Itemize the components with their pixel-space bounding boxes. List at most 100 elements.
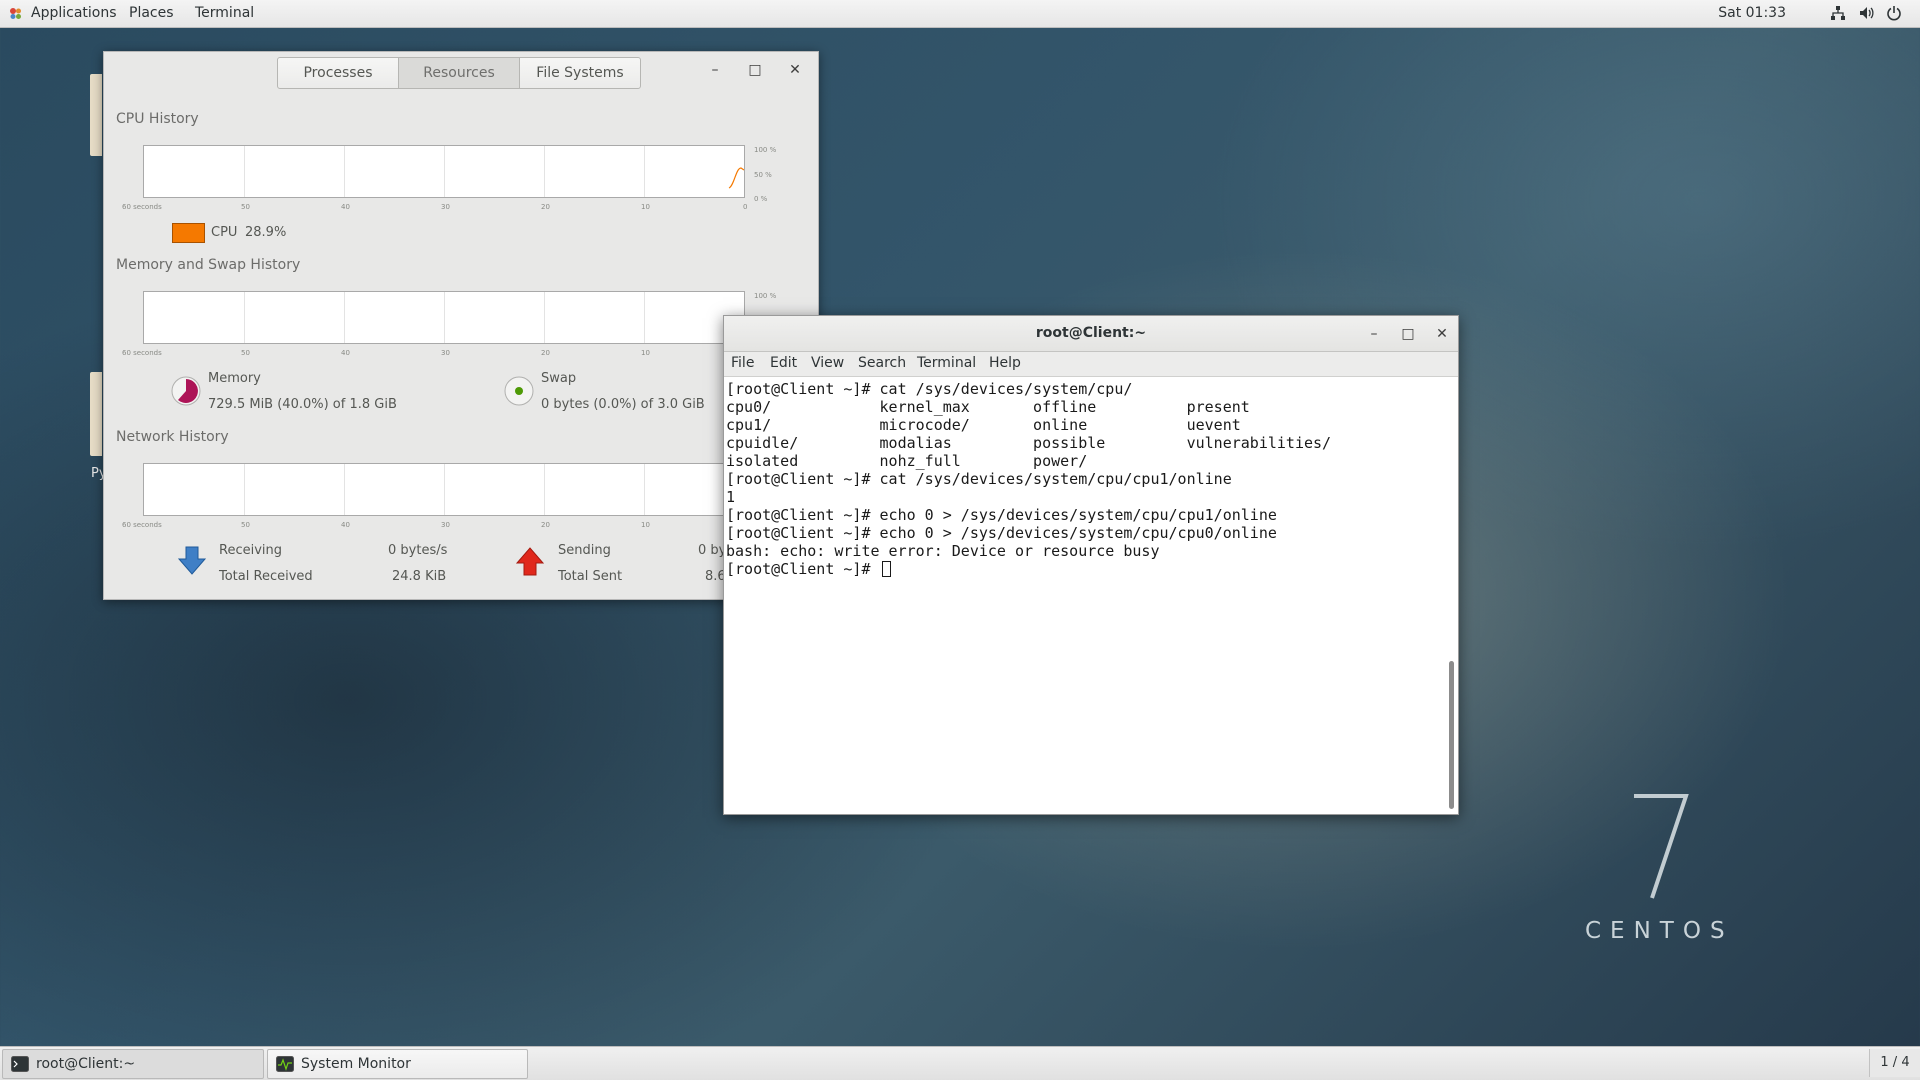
- terminal-line: cpu1/ microcode/ online uevent: [726, 416, 1241, 434]
- tab-resources[interactable]: Resources: [398, 57, 520, 89]
- memory-label: Memory: [208, 371, 261, 386]
- cpu-history-title: CPU History: [116, 111, 199, 127]
- taskbar-item-label: System Monitor: [301, 1056, 411, 1072]
- network-graph: [143, 463, 745, 516]
- terminal-window[interactable]: root@Client:~ – □ ✕ File Edit View Searc…: [723, 315, 1459, 815]
- swap-pie-icon[interactable]: [503, 375, 535, 407]
- centos-wordmark: CENTOS: [1585, 918, 1734, 944]
- menu-view[interactable]: View: [811, 355, 844, 371]
- x-tick: 50: [241, 203, 250, 211]
- terminal-prompt: [root@Client ~]#: [726, 560, 880, 578]
- memory-graph: [143, 291, 745, 344]
- close-button[interactable]: ✕: [785, 60, 805, 80]
- minimize-button[interactable]: –: [705, 60, 725, 80]
- x-tick: 60 seconds: [122, 349, 162, 357]
- terminal-title: root@Client:~: [1035, 325, 1147, 341]
- x-tick: 40: [341, 349, 350, 357]
- memory-history-title: Memory and Swap History: [116, 257, 301, 273]
- sending-arrow-icon[interactable]: [515, 545, 545, 577]
- desktop-icon-fragment[interactable]: [90, 372, 102, 456]
- terminal-cursor: [881, 561, 891, 577]
- x-tick: 50: [241, 349, 250, 357]
- receiving-label: Receiving: [219, 543, 283, 558]
- x-tick: 50: [241, 521, 250, 529]
- places-menu[interactable]: Places: [129, 0, 174, 27]
- cpu-graph: [143, 145, 745, 198]
- total-sent-label: Total Sent: [558, 569, 623, 584]
- cpu-value: 28.9%: [245, 225, 287, 240]
- menu-terminal[interactable]: Terminal: [917, 355, 976, 371]
- x-tick: 60 seconds: [122, 203, 162, 211]
- x-tick: 10: [641, 349, 650, 357]
- x-tick: 20: [541, 203, 550, 211]
- cpu-label: CPU: [211, 225, 238, 240]
- terminal-line: 1: [726, 488, 736, 506]
- taskbar-item-terminal[interactable]: root@Client:~: [2, 1049, 264, 1079]
- tab-processes[interactable]: Processes: [277, 57, 399, 89]
- network-history-title: Network History: [116, 429, 229, 445]
- memory-pie-icon[interactable]: [170, 375, 202, 407]
- menu-file[interactable]: File: [731, 355, 754, 371]
- sending-label: Sending: [558, 543, 611, 558]
- terminal-line: [root@Client ~]# cat /sys/devices/system…: [726, 380, 1133, 398]
- x-tick: 60 seconds: [122, 521, 162, 529]
- desktop-icon-fragment[interactable]: [90, 74, 102, 156]
- x-tick: 30: [441, 203, 450, 211]
- y-tick-50: 50 %: [754, 171, 772, 179]
- terminal-prompt-line: [root@Client ~]#: [726, 560, 1438, 578]
- x-tick: 30: [441, 521, 450, 529]
- centos-seven-logo: [1634, 794, 1689, 899]
- menu-edit[interactable]: Edit: [770, 355, 797, 371]
- maximize-button[interactable]: □: [745, 60, 765, 80]
- taskbar-item-system-monitor[interactable]: System Monitor: [267, 1049, 528, 1079]
- view-switcher: Processes Resources File Systems: [277, 57, 641, 89]
- power-icon[interactable]: [1886, 5, 1902, 21]
- y-tick-100: 100 %: [754, 146, 777, 154]
- cpu-color-swatch[interactable]: [172, 223, 205, 243]
- terminal-line: cpu0/ kernel_max offline present: [726, 398, 1250, 416]
- receiving-value: 0 bytes/s: [388, 543, 448, 558]
- menu-help[interactable]: Help: [989, 355, 1021, 371]
- terminal-line: bash: echo: write error: Device or resou…: [726, 542, 1160, 560]
- terminal-line: [root@Client ~]# cat /sys/devices/system…: [726, 470, 1232, 488]
- terminal-scrollbar[interactable]: [1449, 661, 1454, 809]
- menu-search[interactable]: Search: [858, 355, 906, 371]
- receiving-arrow-icon[interactable]: [177, 545, 207, 577]
- x-tick: 30: [441, 349, 450, 357]
- volume-icon[interactable]: [1858, 5, 1874, 21]
- x-tick: 0: [743, 203, 748, 211]
- x-tick: 10: [641, 203, 650, 211]
- terminal-line: [root@Client ~]# echo 0 > /sys/devices/s…: [726, 524, 1277, 542]
- y-tick-100: 100 %: [754, 292, 777, 300]
- terminal-line: cpuidle/ modalias possible vulnerabiliti…: [726, 434, 1332, 452]
- tab-file-systems[interactable]: File Systems: [519, 57, 641, 89]
- top-panel: Applications Places Terminal Sat 01:33: [0, 0, 1920, 28]
- swap-label: Swap: [541, 371, 577, 386]
- x-tick: 40: [341, 203, 350, 211]
- maximize-button[interactable]: □: [1398, 324, 1418, 344]
- memory-value: 729.5 MiB (40.0%) of 1.8 GiB: [208, 397, 397, 412]
- x-tick: 40: [341, 521, 350, 529]
- workspace-pager[interactable]: 1 / 4: [1869, 1049, 1920, 1077]
- x-tick: 20: [541, 349, 550, 357]
- x-tick: 20: [541, 521, 550, 529]
- system-monitor-window[interactable]: Processes Resources File Systems – □ ✕ C…: [103, 51, 819, 600]
- total-received-value: 24.8 KiB: [392, 569, 447, 584]
- cpu-line: [728, 167, 744, 189]
- terminal-line: [root@Client ~]# echo 0 > /sys/devices/s…: [726, 506, 1277, 524]
- taskbar-item-label: root@Client:~: [36, 1056, 136, 1072]
- terminal-titlebar[interactable]: root@Client:~ – □ ✕: [724, 316, 1458, 352]
- terminal-app-menu[interactable]: Terminal: [195, 0, 254, 27]
- clock[interactable]: Sat 01:33: [1718, 0, 1786, 27]
- close-button[interactable]: ✕: [1432, 324, 1452, 344]
- total-received-label: Total Received: [219, 569, 313, 584]
- y-tick-0: 0 %: [754, 195, 768, 203]
- applications-menu[interactable]: Applications: [31, 0, 117, 27]
- terminal-line: isolated nohz_full power/: [726, 452, 1088, 470]
- bottom-taskbar: root@Client:~ System Monitor 1 / 4: [0, 1046, 1920, 1080]
- applications-icon: [10, 8, 21, 19]
- terminal-menubar: File Edit View Search Terminal Help: [724, 352, 1458, 377]
- minimize-button[interactable]: –: [1364, 324, 1384, 344]
- network-icon[interactable]: [1830, 5, 1846, 21]
- terminal-output[interactable]: [root@Client ~]# cat /sys/devices/system…: [726, 380, 1438, 810]
